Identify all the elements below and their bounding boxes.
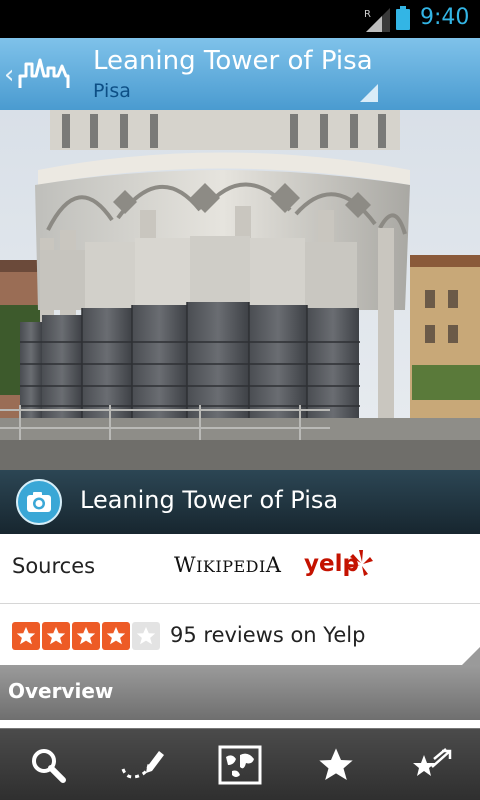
expand-indicator-icon [462,647,480,665]
star-rating [12,622,160,650]
page-title: Leaning Tower of Pisa [93,46,373,76]
back-chevron-icon[interactable]: ‹ [4,60,14,90]
rating-row[interactable]: 95 reviews on Yelp [0,605,480,665]
route-icon[interactable] [118,743,166,787]
wikipedia-logo[interactable]: WIKIPEDIA [174,553,281,577]
overview-content [0,720,480,728]
page-subtitle[interactable]: Pisa [93,80,131,102]
overview-section-header[interactable]: Overview [0,665,480,720]
star-icon [42,622,70,650]
bottom-toolbar [0,728,480,800]
sources-row: Sources WIKIPEDIA yelp [0,534,480,604]
star-icon [12,622,40,650]
star-empty-icon [132,622,160,650]
star-icon [102,622,130,650]
dropdown-indicator-icon[interactable] [360,84,378,102]
svg-text:R: R [364,9,371,20]
yelp-burst-icon [348,550,373,576]
signal-icon: R [364,8,390,32]
clock: 9:40 [420,5,470,30]
caption-title: Leaning Tower of Pisa [80,486,339,514]
status-bar: R 9:40 [0,0,480,38]
favorites-icon[interactable] [312,743,360,787]
attraction-photo[interactable] [0,110,480,470]
reviews-count: 95 reviews on Yelp [170,623,366,647]
sources-label: Sources [12,554,96,578]
action-bar: ‹ Leaning Tower of Pisa Pisa [0,38,480,110]
nearby-icon[interactable] [408,743,456,787]
battery-icon [396,6,410,30]
search-icon[interactable] [24,743,72,787]
app-logo-icon[interactable] [18,54,70,94]
overview-label: Overview [8,679,114,703]
photo-caption-bar: Leaning Tower of Pisa [0,470,480,534]
star-icon [72,622,100,650]
camera-icon[interactable] [16,479,62,525]
map-icon[interactable] [216,743,264,787]
tower-image [0,110,480,470]
